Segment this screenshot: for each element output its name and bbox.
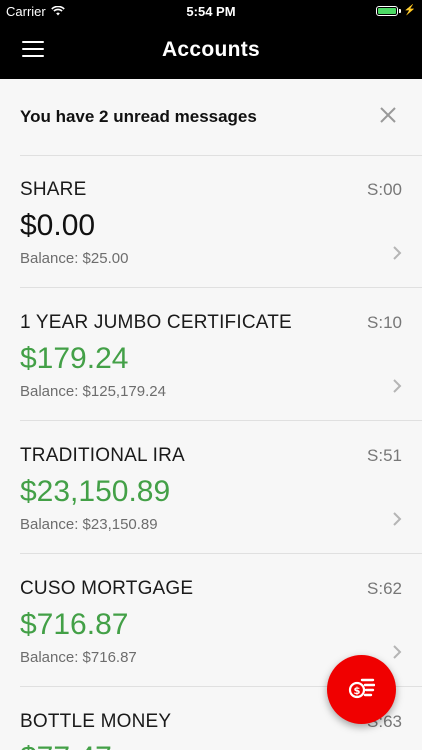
status-time: 5:54 PM [186, 4, 236, 19]
transfer-money-icon: $ [348, 678, 375, 699]
account-row-jumbo-certificate[interactable]: 1 YEAR JUMBO CERTIFICATE S:10 $179.24 Ba… [0, 288, 422, 420]
bolt-icon: ⚡ [403, 5, 416, 16]
unread-messages-text: You have 2 unread messages [20, 107, 257, 126]
close-icon[interactable] [378, 105, 398, 125]
accounts-list[interactable]: You have 2 unread messages SHARE S:00 $0… [0, 79, 422, 750]
account-amount: $179.24 [20, 342, 129, 375]
account-balance: Balance: $125,179.24 [20, 383, 166, 400]
account-amount: $0.00 [20, 209, 96, 242]
account-suffix: S:10 [367, 313, 402, 332]
transfer-money-button[interactable]: $ [327, 655, 396, 724]
account-balance: Balance: $23,150.89 [20, 516, 158, 533]
page-title: Accounts [161, 38, 261, 61]
svg-text:$: $ [354, 686, 361, 697]
battery-level [377, 7, 396, 14]
chevron-right-icon [393, 246, 402, 260]
unread-messages-banner[interactable]: You have 2 unread messages [0, 79, 422, 155]
account-name: SHARE [20, 179, 87, 200]
account-name: 1 YEAR JUMBO CERTIFICATE [20, 312, 292, 333]
account-row-share[interactable]: SHARE S:00 $0.00 Balance: $25.00 [0, 155, 422, 287]
account-name: CUSO MORTGAGE [20, 578, 194, 599]
status-bar: Carrier 5:54 PM ⚡ [0, 0, 422, 22]
account-suffix: S:62 [367, 579, 402, 598]
account-suffix: S:00 [367, 180, 402, 199]
account-name: BOTTLE MONEY [20, 711, 172, 732]
chevron-right-icon [393, 512, 402, 526]
nav-bar: Accounts [0, 22, 422, 79]
chevron-right-icon [393, 379, 402, 393]
battery-icon [375, 5, 398, 16]
account-name: TRADITIONAL IRA [20, 445, 185, 466]
account-amount: $716.87 [20, 608, 129, 641]
battery-tip [398, 8, 401, 13]
status-right: ⚡ [375, 5, 416, 16]
account-balance: Balance: $716.87 [20, 649, 137, 666]
account-suffix: S:51 [367, 446, 402, 465]
account-balance: Balance: $25.00 [20, 250, 129, 267]
account-amount: $77.47 [20, 741, 112, 750]
chevron-right-icon [393, 645, 402, 659]
accounts-screen: Carrier 5:54 PM ⚡ Accounts You have 2 un… [0, 0, 422, 750]
account-amount: $23,150.89 [20, 475, 171, 508]
account-row-traditional-ira[interactable]: TRADITIONAL IRA S:51 $23,150.89 Balance:… [0, 421, 422, 553]
